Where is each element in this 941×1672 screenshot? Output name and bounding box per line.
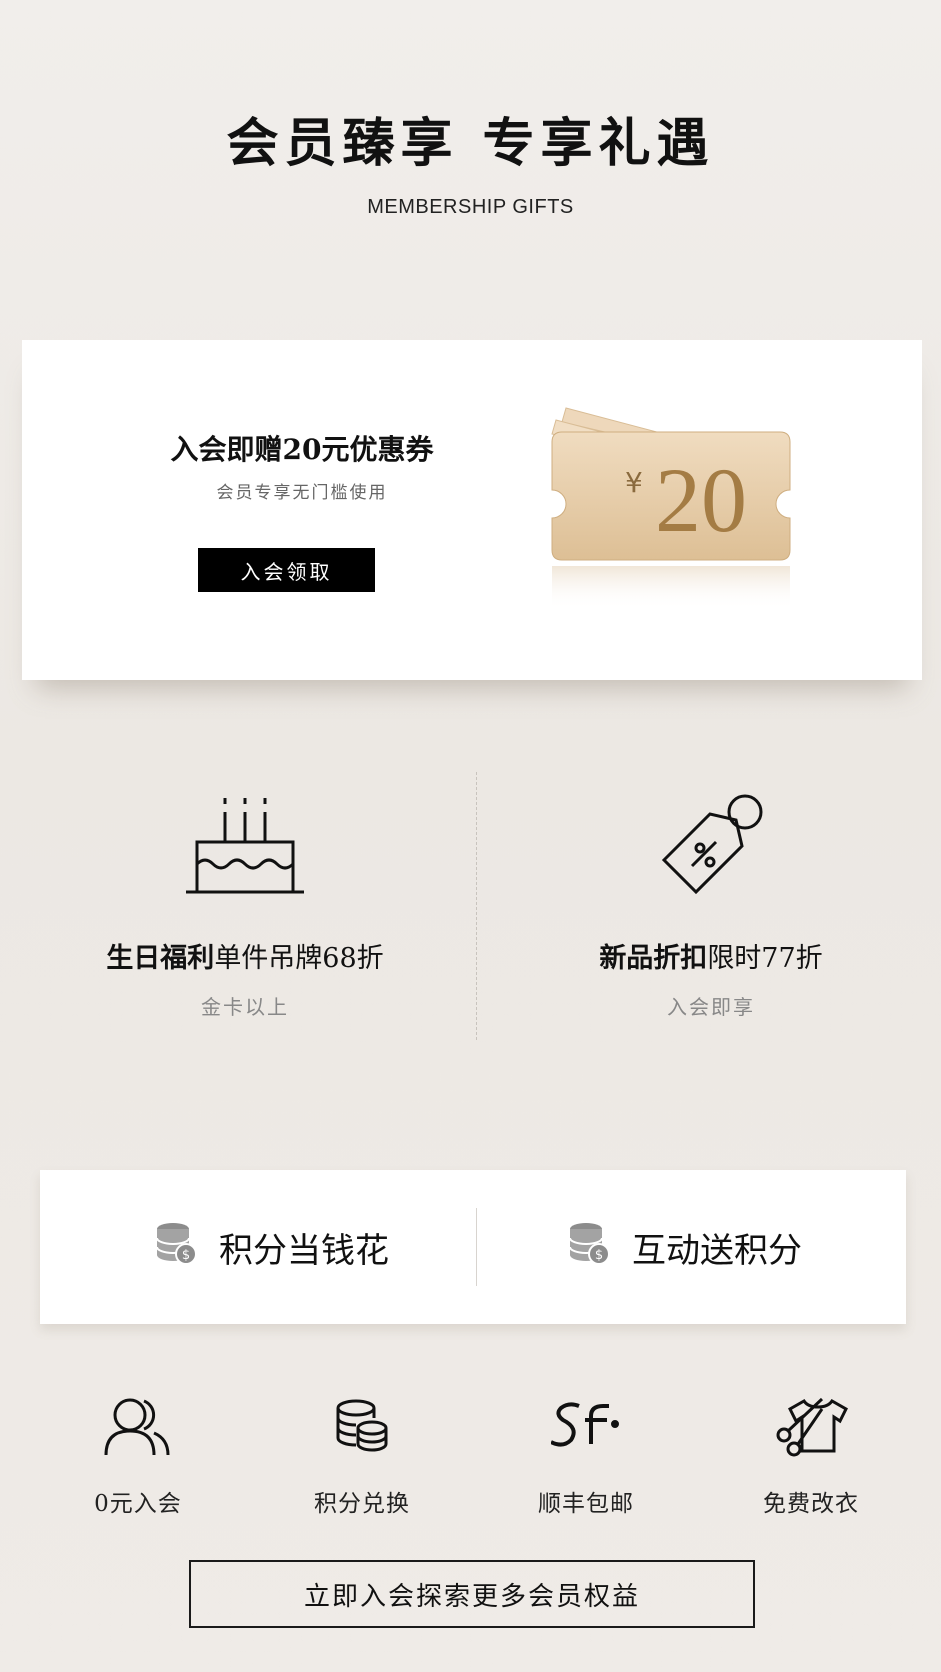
svg-text:$: $ — [182, 1248, 190, 1263]
feature-free-join[interactable]: 0元入会 — [58, 1390, 218, 1518]
points-card: $ 积分当钱花 $ 互动送积分 — [40, 1170, 906, 1324]
page-title: 会员臻享 专享礼遇 — [226, 114, 715, 174]
coin-stack-icon — [282, 1390, 442, 1462]
points-divider — [476, 1208, 477, 1286]
coupon-illustration: ¥ 20 — [542, 400, 842, 630]
birthday-cake-icon — [10, 780, 480, 900]
benefit-new-arrivals-subtitle: 入会即享 — [667, 995, 755, 1019]
points-earn-label: 互动送积分 — [632, 1230, 802, 1271]
points-spend-button[interactable]: $ 积分当钱花 — [155, 1220, 389, 1274]
coins-icon: $ — [155, 1220, 197, 1275]
benefit-birthday-subtitle: 金卡以上 — [201, 995, 289, 1019]
coupon-card-subtitle: 会员专享无门槛使用 — [216, 483, 388, 503]
benefit-new-arrivals-title: 新品折扣限时77折 — [599, 943, 823, 974]
feature-free-alteration-label: 免费改衣 — [763, 1491, 859, 1517]
feature-sf-shipping[interactable]: 顺丰包邮 — [506, 1390, 666, 1518]
discount-tag-icon — [476, 780, 941, 900]
feature-points-exchange[interactable]: 积分兑换 — [282, 1390, 442, 1518]
coins-icon: $ — [568, 1220, 610, 1275]
points-spend-label: 积分当钱花 — [219, 1230, 389, 1271]
coupon-card-title: 入会即赠20元优惠券 — [170, 433, 434, 466]
feature-free-join-label: 0元入会 — [94, 1491, 182, 1517]
feature-points-exchange-label: 积分兑换 — [314, 1491, 410, 1517]
explore-membership-button[interactable]: 立即入会探索更多会员权益 — [189, 1560, 755, 1628]
join-claim-button[interactable]: 入会领取 — [198, 548, 375, 592]
svg-text:$: $ — [595, 1248, 603, 1263]
coupon-card: 入会即赠20元优惠券 会员专享无门槛使用 入会领取 ¥ 20 — [22, 340, 922, 680]
benefit-birthday: 生日福利单件吊牌68折 金卡以上 — [10, 780, 480, 1020]
page-subtitle: MEMBERSHIP GIFTS — [367, 196, 574, 218]
benefit-birthday-title: 生日福利单件吊牌68折 — [106, 943, 384, 974]
coupon-amount: 20 — [655, 449, 747, 551]
users-icon — [58, 1390, 218, 1462]
feature-free-alteration[interactable]: 免费改衣 — [731, 1390, 891, 1518]
feature-sf-shipping-label: 顺丰包邮 — [538, 1491, 634, 1517]
scissors-shirt-icon — [731, 1390, 891, 1462]
sf-logo-icon — [506, 1390, 666, 1462]
points-earn-button[interactable]: $ 互动送积分 — [568, 1220, 802, 1274]
coupon-currency: ¥ — [625, 466, 643, 499]
benefit-new-arrivals: 新品折扣限时77折 入会即享 — [476, 780, 941, 1020]
